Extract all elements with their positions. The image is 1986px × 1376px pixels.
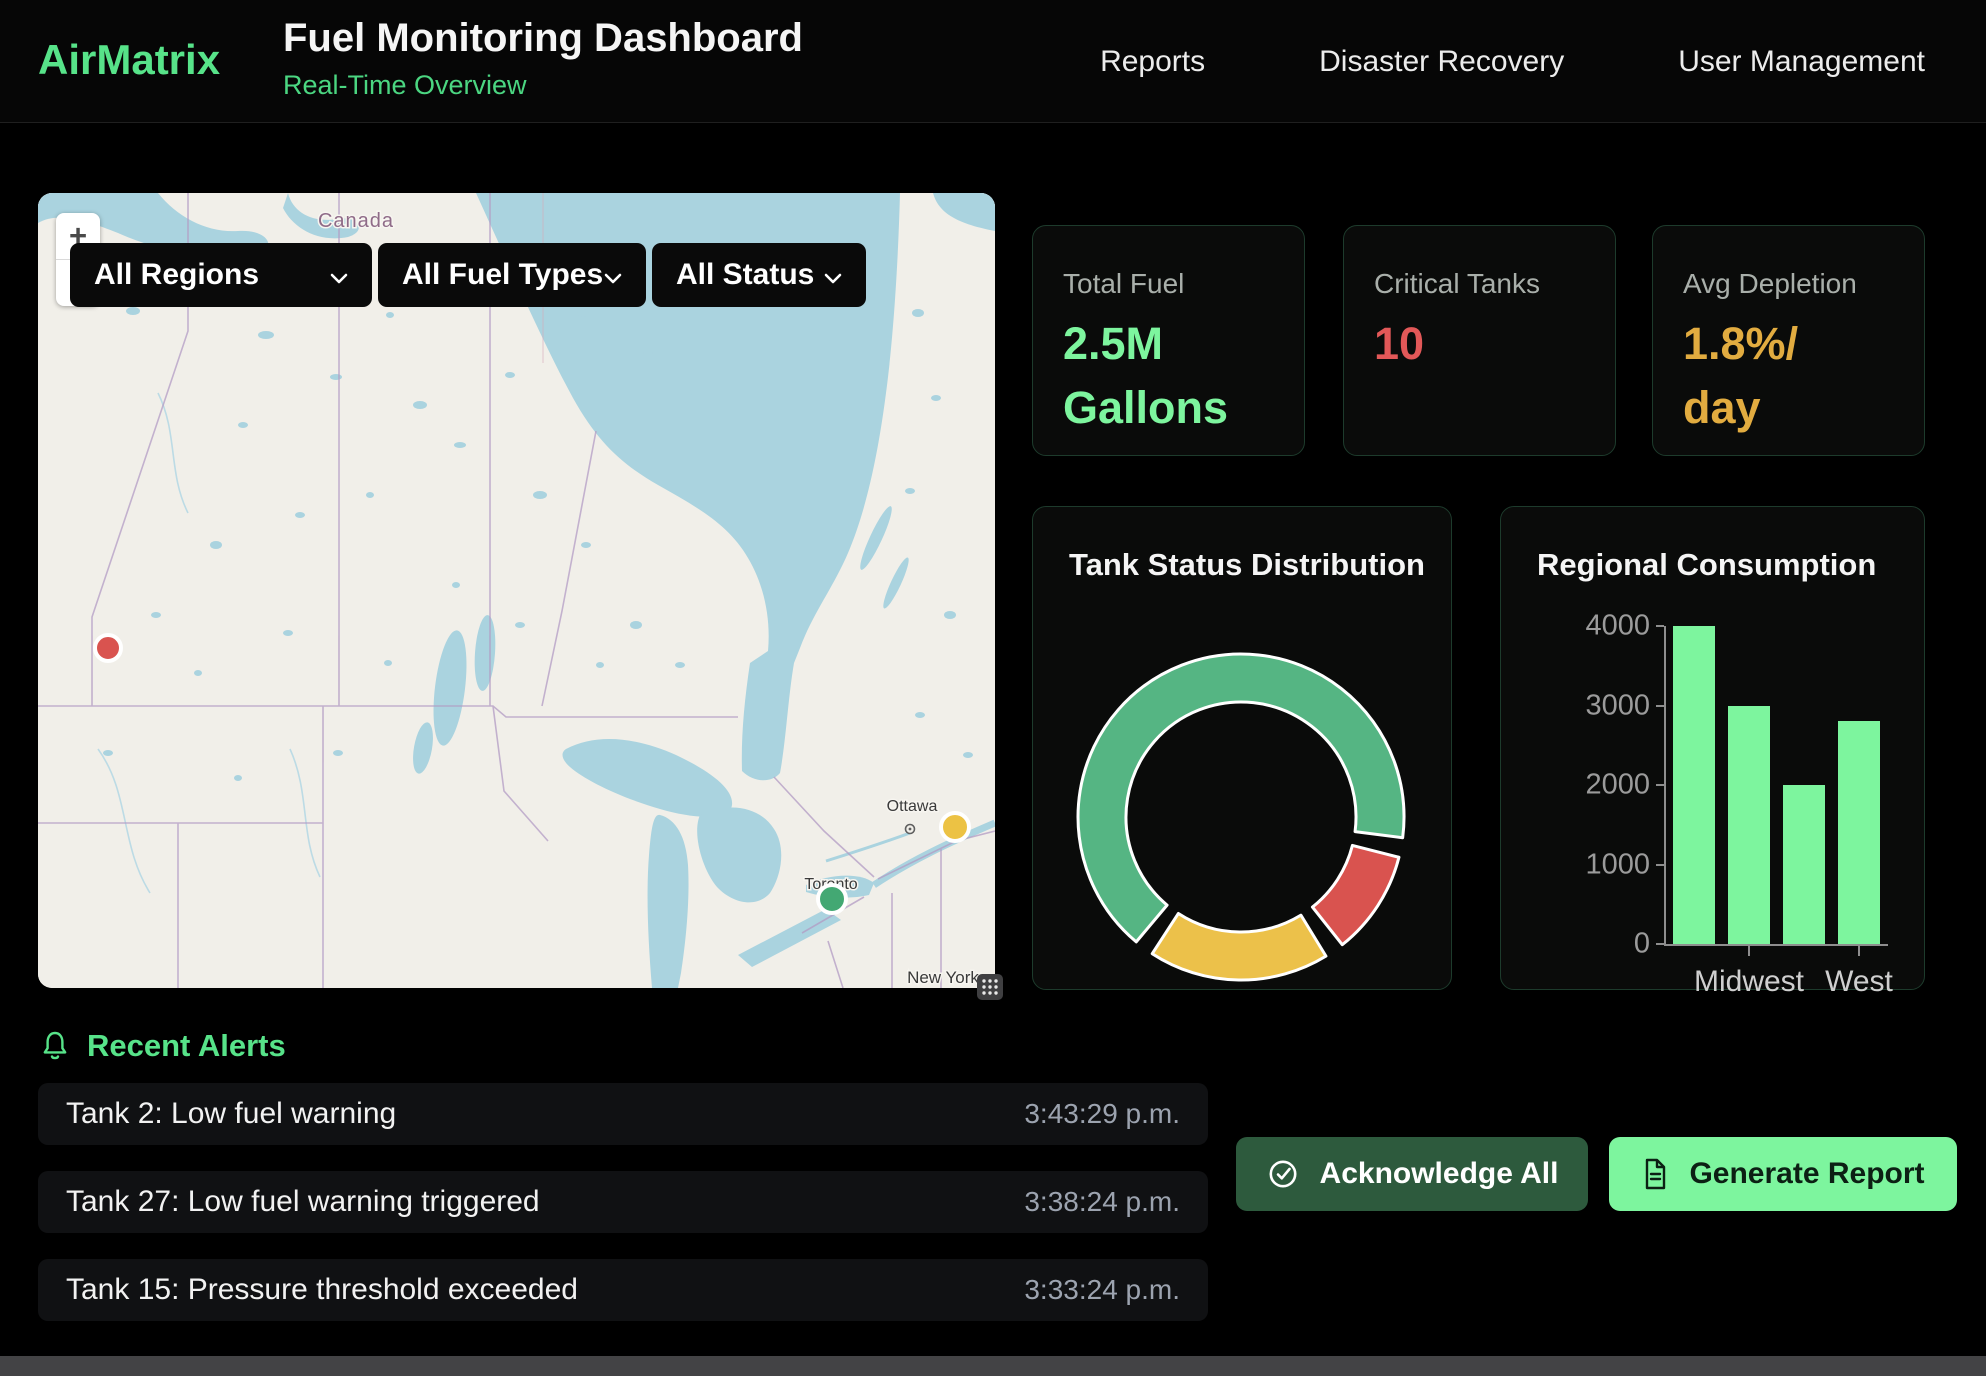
tank-marker-normal[interactable]	[818, 885, 846, 913]
recent-alerts-heading: Recent Alerts	[40, 1028, 286, 1064]
grip-dots-icon	[980, 977, 1000, 997]
stat-value: 10	[1374, 312, 1585, 376]
stat-card-total-fuel: Total Fuel 2.5M Gallons	[1032, 225, 1305, 456]
status-filter-value: All Status	[676, 258, 814, 292]
x-axis-tick-label: Midwest	[1694, 965, 1804, 999]
main-nav: Reports Disaster Recovery User Managemen…	[1100, 0, 1925, 123]
stat-label: Avg Depletion	[1683, 268, 1894, 300]
page-subtitle: Real-Time Overview	[283, 70, 803, 101]
map-filters: All Regions All Fuel Types All Status	[70, 243, 866, 307]
donut-segment-warning	[1152, 913, 1326, 980]
title-block: Fuel Monitoring Dashboard Real-Time Over…	[283, 16, 803, 101]
alert-list-item[interactable]: Tank 2: Low fuel warning 3:43:29 p.m.	[38, 1083, 1208, 1145]
stat-card-critical-tanks: Critical Tanks 10	[1343, 225, 1616, 456]
bar	[1838, 721, 1880, 944]
bar	[1783, 785, 1825, 944]
chevron-down-icon	[330, 258, 348, 292]
city-label-new-york: New York	[907, 968, 979, 987]
regional-consumption-bar-chart: 01000200030004000MidwestWest	[1664, 626, 1888, 946]
alert-text: Tank 2: Low fuel warning	[66, 1097, 396, 1131]
region-filter-value: All Regions	[94, 258, 259, 292]
ottawa-town-dot	[909, 828, 912, 831]
chart-title: Regional Consumption	[1537, 547, 1876, 583]
nav-disaster-recovery[interactable]: Disaster Recovery	[1319, 45, 1564, 79]
alert-time: 3:38:24 p.m.	[1024, 1186, 1180, 1218]
stat-value-line1: 1.8%/	[1683, 312, 1894, 376]
alert-time: 3:33:24 p.m.	[1024, 1274, 1180, 1306]
stat-card-avg-depletion: Avg Depletion 1.8%/ day	[1652, 225, 1925, 456]
page-title: Fuel Monitoring Dashboard	[283, 16, 803, 61]
tank-marker-critical[interactable]	[95, 635, 121, 661]
y-axis-tick-label: 4000	[1585, 610, 1650, 643]
map-resize-handle[interactable]	[977, 974, 1003, 1000]
stat-value-line1: 10	[1374, 312, 1585, 376]
map-canvas: Canada Ottawa Toronto New York	[38, 193, 995, 988]
x-axis-tick	[1748, 946, 1750, 956]
y-axis-tick-label: 1000	[1585, 848, 1650, 881]
chart-title: Tank Status Distribution	[1069, 547, 1425, 583]
fuel-map[interactable]: Canada Ottawa Toronto New York + − All R…	[38, 193, 995, 988]
bottom-scroll-bar	[0, 1356, 1986, 1376]
region-filter-select[interactable]: All Regions	[70, 243, 372, 307]
nav-user-management[interactable]: User Management	[1678, 45, 1925, 79]
city-label-ottawa: Ottawa	[887, 798, 938, 815]
x-axis-tick	[1858, 946, 1860, 956]
recent-alerts-title: Recent Alerts	[87, 1028, 286, 1064]
regional-consumption-panel: Regional Consumption 01000200030004000Mi…	[1500, 506, 1925, 990]
stat-label: Total Fuel	[1063, 268, 1274, 300]
alert-text: Tank 15: Pressure threshold exceeded	[66, 1273, 578, 1307]
stat-label: Critical Tanks	[1374, 268, 1585, 300]
stat-value: 2.5M Gallons	[1063, 312, 1274, 440]
fuel-type-filter-select[interactable]: All Fuel Types	[378, 243, 646, 307]
y-axis-tick-label: 0	[1634, 928, 1650, 961]
chevron-down-icon	[604, 258, 622, 292]
donut-segment-critical	[1312, 845, 1399, 944]
tank-status-panel: Tank Status Distribution	[1032, 506, 1452, 990]
stat-value-line2: day	[1683, 376, 1894, 440]
status-filter-select[interactable]: All Status	[652, 243, 866, 307]
y-axis-tick	[1656, 864, 1664, 866]
document-icon	[1641, 1157, 1669, 1191]
y-axis-tick-label: 2000	[1585, 769, 1650, 802]
stat-value: 1.8%/ day	[1683, 312, 1894, 440]
tank-marker-warning[interactable]	[941, 813, 969, 841]
y-axis-tick-label: 3000	[1585, 689, 1650, 722]
y-axis-tick	[1656, 784, 1664, 786]
y-axis-tick	[1656, 943, 1664, 945]
alert-list-item[interactable]: Tank 15: Pressure threshold exceeded 3:3…	[38, 1259, 1208, 1321]
y-axis-tick	[1656, 625, 1664, 627]
country-label: Canada	[318, 210, 394, 232]
nav-reports[interactable]: Reports	[1100, 45, 1205, 79]
bell-icon	[40, 1029, 70, 1063]
alert-text: Tank 27: Low fuel warning triggered	[66, 1185, 540, 1219]
chevron-down-icon	[824, 258, 842, 292]
app-header: AirMatrix Fuel Monitoring Dashboard Real…	[0, 0, 1986, 123]
x-axis-tick-label: West	[1825, 965, 1893, 999]
generate-report-button[interactable]: Generate Report	[1609, 1137, 1957, 1211]
stat-value-line1: 2.5M	[1063, 312, 1274, 376]
bar	[1673, 626, 1715, 944]
alert-list-item[interactable]: Tank 27: Low fuel warning triggered 3:38…	[38, 1171, 1208, 1233]
y-axis-tick	[1656, 705, 1664, 707]
generate-report-label: Generate Report	[1689, 1157, 1924, 1191]
acknowledge-all-label: Acknowledge All	[1320, 1157, 1559, 1191]
check-circle-icon	[1266, 1157, 1300, 1191]
fuel-type-filter-value: All Fuel Types	[402, 258, 603, 292]
alert-time: 3:43:29 p.m.	[1024, 1098, 1180, 1130]
stat-value-line2: Gallons	[1063, 376, 1274, 440]
acknowledge-all-button[interactable]: Acknowledge All	[1236, 1137, 1588, 1211]
brand-logo: AirMatrix	[38, 36, 220, 84]
bar	[1728, 706, 1770, 945]
